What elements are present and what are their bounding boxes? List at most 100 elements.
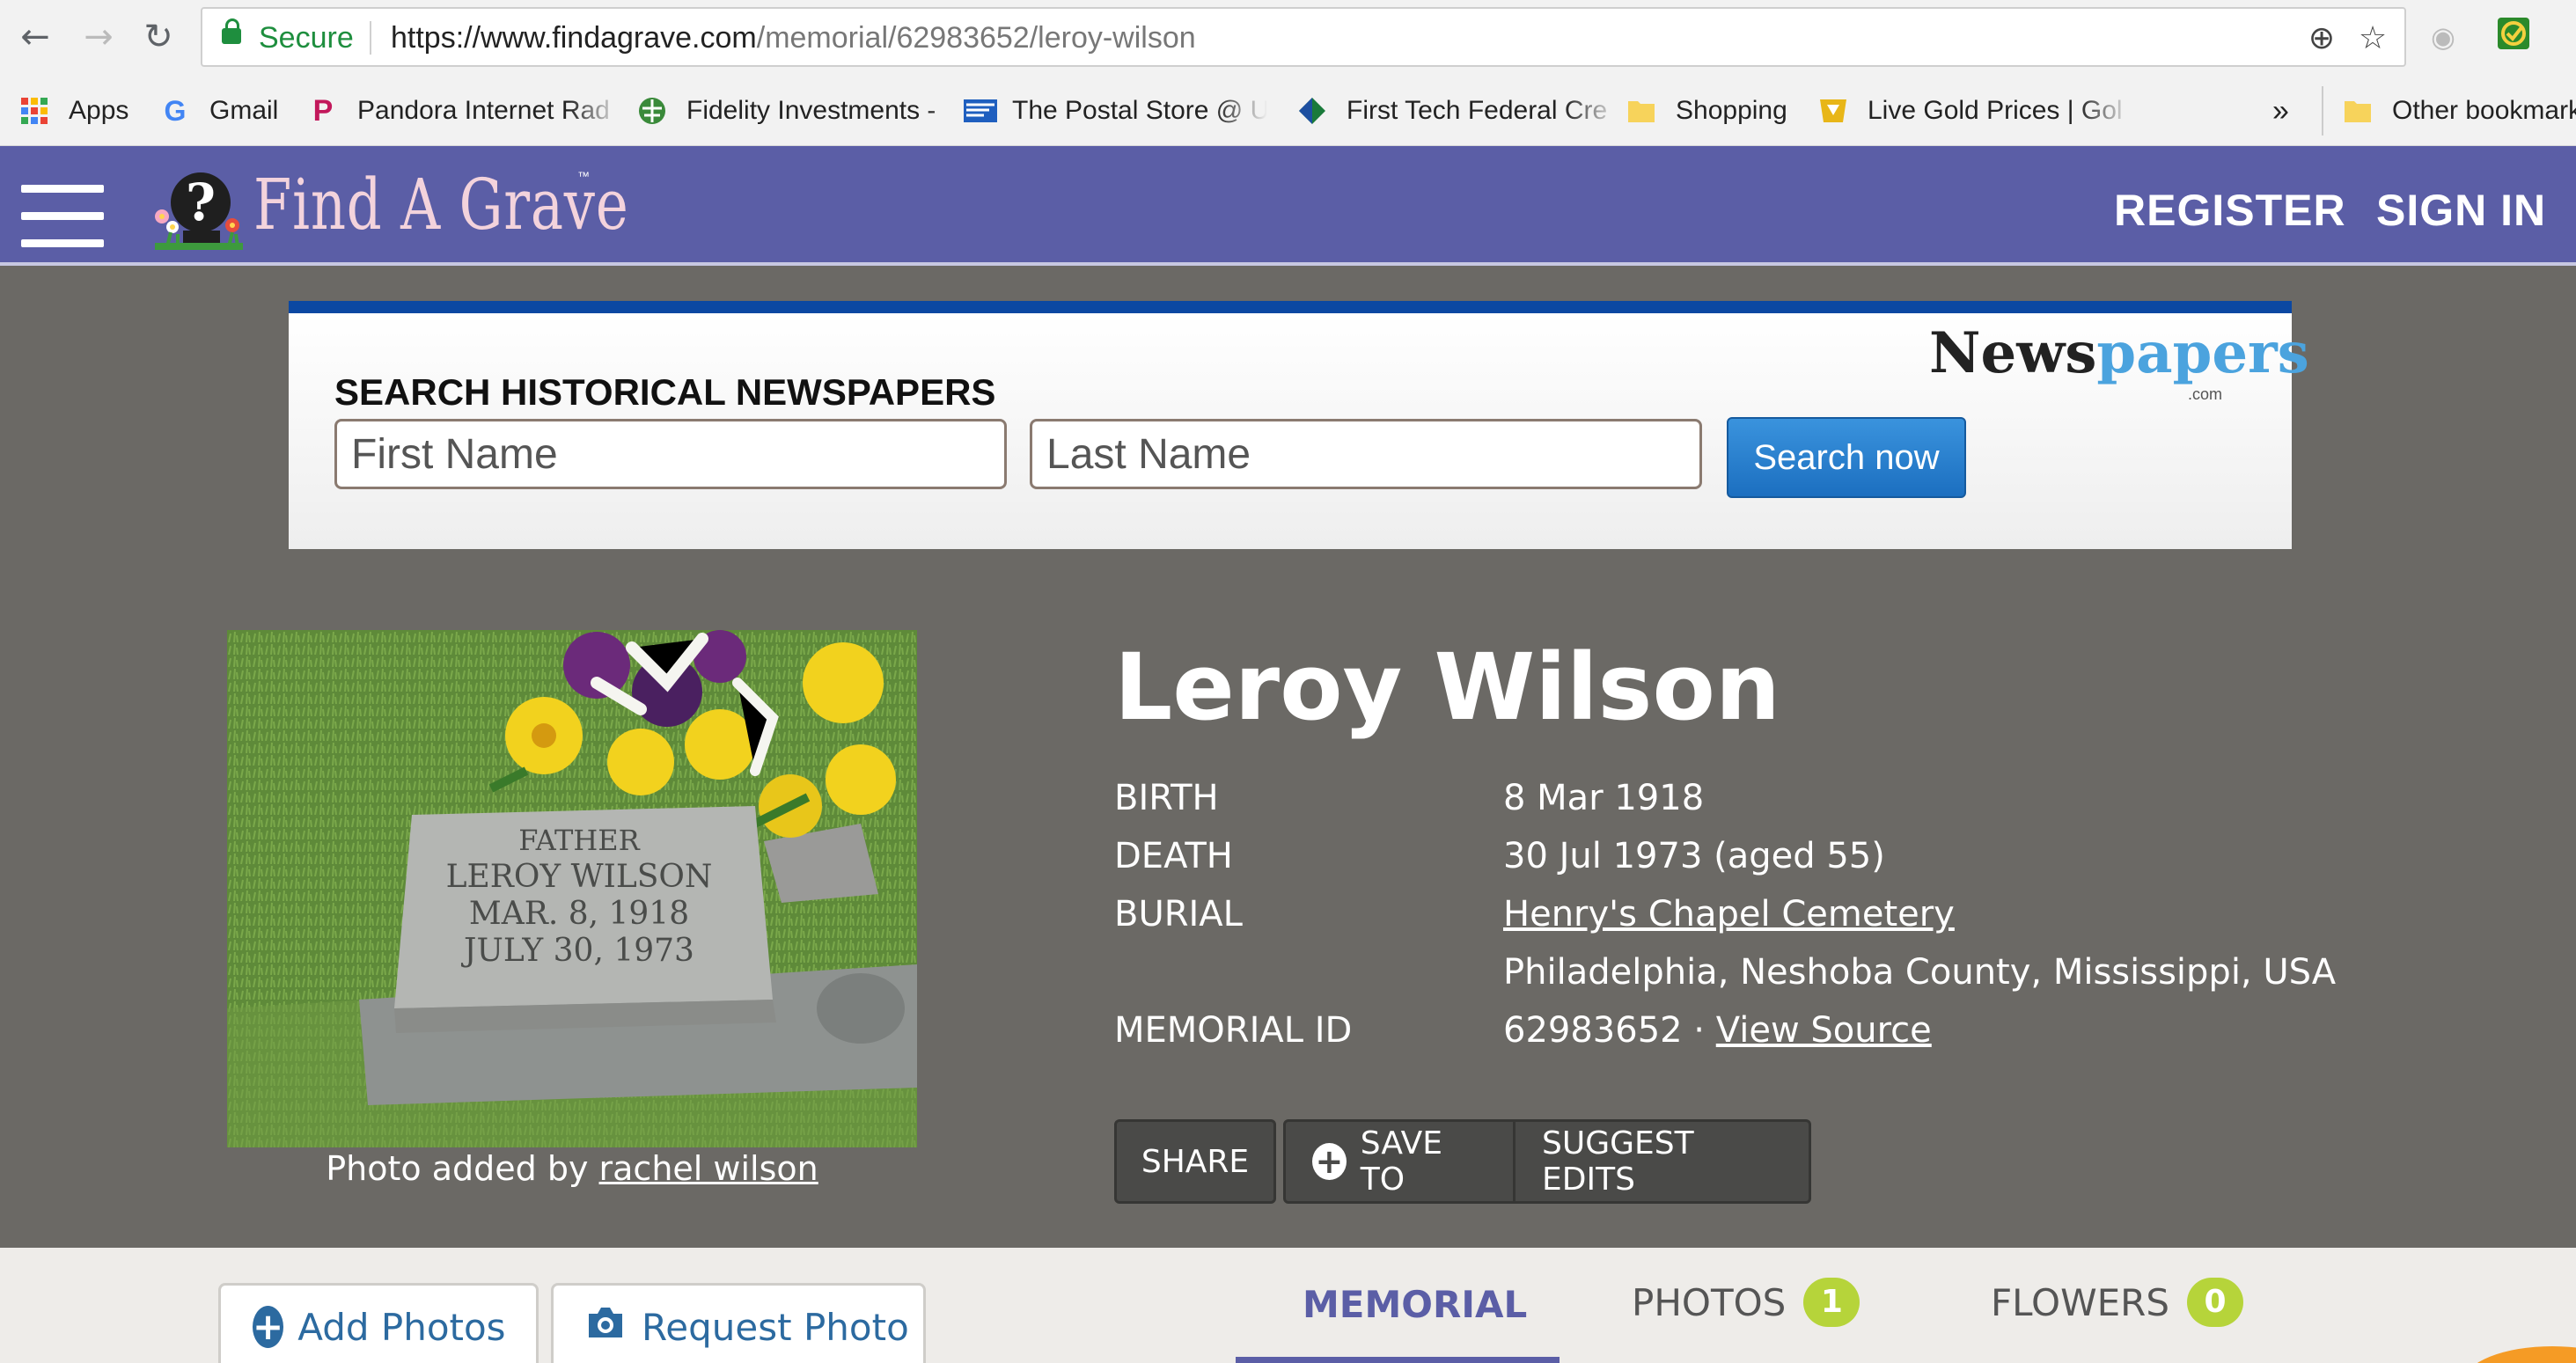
bookmark-label: Apps bbox=[69, 96, 129, 125]
svg-text:?: ? bbox=[186, 172, 216, 232]
lock-icon bbox=[222, 18, 241, 44]
bookmark-label: Live Gold Prices | Gol bbox=[1868, 96, 2123, 125]
bookmark-gold-prices[interactable]: Live Gold Prices | Gol bbox=[1818, 92, 2132, 130]
bookmark-shopping[interactable]: Shopping bbox=[1626, 92, 1787, 130]
sign-in-link[interactable]: SIGN IN bbox=[2376, 185, 2546, 236]
photos-count-badge: 1 bbox=[1803, 1278, 1860, 1327]
save-to-label: SAVE TO bbox=[1360, 1125, 1443, 1198]
tab-flowers-label: FLOWERS bbox=[1991, 1280, 2170, 1324]
browser-toolbar: ← → ↻ Secure https://www.findagrave.com/… bbox=[0, 0, 2576, 74]
tab-photos-label: PHOTOS bbox=[1632, 1280, 1787, 1324]
tab-memorial[interactable]: MEMORIAL bbox=[1303, 1283, 1527, 1326]
newspapers-logo-part-a: News bbox=[1929, 320, 2097, 386]
folder-icon bbox=[2343, 96, 2373, 126]
extension-check-icon[interactable] bbox=[2492, 16, 2535, 58]
photo-caption-prefix: Photo added by bbox=[326, 1149, 599, 1188]
ad-title: SEARCH HISTORICAL NEWSPAPERS bbox=[334, 371, 996, 413]
headstone-line-3: MAR. 8, 1918 bbox=[469, 896, 689, 932]
fidelity-icon bbox=[637, 96, 667, 126]
address-bar[interactable]: Secure https://www.findagrave.com/memori… bbox=[201, 7, 2406, 67]
url-text[interactable]: https://www.findagrave.com/memorial/6298… bbox=[391, 21, 1196, 55]
memorial-tab-strip: + Add Photos Request Photo MEMORIAL PHOT… bbox=[0, 1248, 2576, 1363]
site-logo-text[interactable]: Find A Grave bbox=[253, 164, 629, 245]
last-name-input[interactable] bbox=[1030, 419, 1702, 489]
hamburger-menu-icon[interactable] bbox=[21, 185, 104, 248]
back-arrow-icon[interactable]: ← bbox=[11, 12, 60, 62]
active-tab-underline bbox=[1236, 1357, 1560, 1363]
memorial-id-label: MEMORIAL ID bbox=[1114, 1010, 1353, 1051]
add-photos-label: Add Photos bbox=[297, 1305, 506, 1349]
memorial-name: Leroy Wilson bbox=[1114, 634, 1780, 741]
extension-icon[interactable]: ◉ bbox=[2422, 16, 2464, 58]
bookmark-apps[interactable]: Apps bbox=[19, 92, 128, 130]
bookmark-label: Fidelity Investments - bbox=[686, 96, 936, 125]
newspapers-logo-part-b: papers bbox=[2096, 320, 2309, 386]
memorial-actions-group: + SAVE TO SUGGEST EDITS bbox=[1283, 1119, 1811, 1204]
folder-icon bbox=[1626, 96, 1656, 126]
bookmark-other-bookmarks[interactable]: Other bookmarks bbox=[2343, 92, 2576, 130]
camera-icon bbox=[585, 1305, 626, 1349]
burial-location: Philadelphia, Neshoba County, Mississipp… bbox=[1503, 952, 2337, 993]
bookmark-label: The Postal Store @ U bbox=[1012, 96, 1267, 125]
register-link[interactable]: REGISTER bbox=[2114, 185, 2346, 236]
view-source-link[interactable]: View Source bbox=[1716, 1010, 1932, 1051]
headstone-line-2: LEROY WILSON bbox=[446, 859, 713, 895]
death-value: 30 Jul 1973 (aged 55) bbox=[1503, 836, 1885, 876]
headstone-photo[interactable]: FATHER LEROY WILSON MAR. 8, 1918 JULY 30… bbox=[227, 630, 917, 1147]
forward-arrow-icon[interactable]: → bbox=[74, 12, 123, 62]
tab-photos[interactable]: PHOTOS 1 bbox=[1632, 1278, 1860, 1327]
request-photo-label: Request Photo bbox=[642, 1305, 909, 1349]
photo-caption: Photo added by rachel wilson bbox=[227, 1149, 917, 1188]
headstone-line-4: JULY 30, 1973 bbox=[460, 933, 694, 969]
reload-icon[interactable]: ↻ bbox=[134, 12, 183, 62]
url-path: /memorial/62983652/leroy-wilson bbox=[756, 21, 1196, 55]
birth-label: BIRTH bbox=[1114, 778, 1219, 818]
divider bbox=[370, 21, 371, 55]
bookmark-pandora[interactable]: P Pandora Internet Rad bbox=[308, 92, 621, 130]
bookmark-label: Gmail bbox=[209, 96, 279, 125]
memorial-id-value: 62983652 · View Source bbox=[1503, 1010, 1932, 1051]
tab-flowers[interactable]: FLOWERS 0 bbox=[1991, 1278, 2244, 1327]
bookmark-first-tech[interactable]: First Tech Federal Cre bbox=[1297, 92, 1619, 130]
newspapers-search-ad: SEARCH HISTORICAL NEWSPAPERS Search now … bbox=[289, 301, 2309, 549]
headstone-line-1: FATHER bbox=[518, 824, 640, 857]
bookmark-star-icon[interactable]: ☆ bbox=[2352, 18, 2394, 60]
bookmarks-overflow-chevron[interactable]: » bbox=[2272, 92, 2289, 130]
plus-circle-icon: + bbox=[253, 1305, 284, 1348]
find-a-grave-logo-icon[interactable]: ? bbox=[151, 162, 246, 252]
request-photo-button[interactable]: Request Photo bbox=[551, 1283, 926, 1363]
zoom-icon[interactable]: ⊕ bbox=[2301, 18, 2343, 60]
bookmarks-bar: Apps G Gmail P Pandora Internet Rad Fide… bbox=[0, 74, 2576, 146]
search-now-button[interactable]: Search now bbox=[1727, 417, 1966, 498]
save-to-button[interactable]: + SAVE TO bbox=[1283, 1119, 1516, 1204]
burial-label: BURIAL bbox=[1114, 894, 1243, 934]
bookmark-postal-store[interactable]: The Postal Store @ U bbox=[963, 92, 1267, 130]
first-tech-icon bbox=[1297, 96, 1327, 126]
photo-contributor-link[interactable]: rachel wilson bbox=[599, 1149, 818, 1188]
birth-value: 8 Mar 1918 bbox=[1503, 778, 1705, 818]
plus-circle-icon: + bbox=[1312, 1143, 1347, 1180]
trademark-symbol: ™ bbox=[577, 169, 590, 183]
memorial-id-number: 62983652 · bbox=[1503, 1010, 1716, 1051]
google-g-icon: G bbox=[164, 95, 187, 127]
cemetery-link-text[interactable]: Henry's Chapel Cemetery bbox=[1503, 894, 1955, 934]
bookmark-gmail[interactable]: G Gmail bbox=[160, 92, 279, 130]
add-photos-button[interactable]: + Add Photos bbox=[218, 1283, 539, 1363]
pandora-icon: P bbox=[312, 94, 334, 128]
share-button[interactable]: SHARE bbox=[1114, 1119, 1276, 1204]
site-header: ? Find A Grave ™ REGISTER SIGN IN bbox=[0, 146, 2576, 266]
first-name-input[interactable] bbox=[334, 419, 1007, 489]
burial-cemetery-link[interactable]: Henry's Chapel Cemetery bbox=[1503, 894, 1955, 934]
usps-icon bbox=[963, 96, 997, 126]
share-button-group: SHARE bbox=[1114, 1119, 1276, 1204]
death-label: DEATH bbox=[1114, 836, 1233, 876]
url-host: https://www.findagrave.com bbox=[391, 21, 757, 55]
secure-label: Secure bbox=[259, 21, 354, 55]
newspapers-logo[interactable]: Newspapers bbox=[1929, 320, 2309, 386]
suggest-edits-button[interactable]: SUGGEST EDITS bbox=[1516, 1119, 1811, 1204]
gold-icon bbox=[1818, 96, 1848, 126]
newspapers-logo-com: .com bbox=[2188, 385, 2223, 403]
divider bbox=[2322, 86, 2323, 136]
bookmark-fidelity[interactable]: Fidelity Investments - bbox=[637, 92, 986, 130]
flowers-count-badge: 0 bbox=[2187, 1278, 2244, 1327]
